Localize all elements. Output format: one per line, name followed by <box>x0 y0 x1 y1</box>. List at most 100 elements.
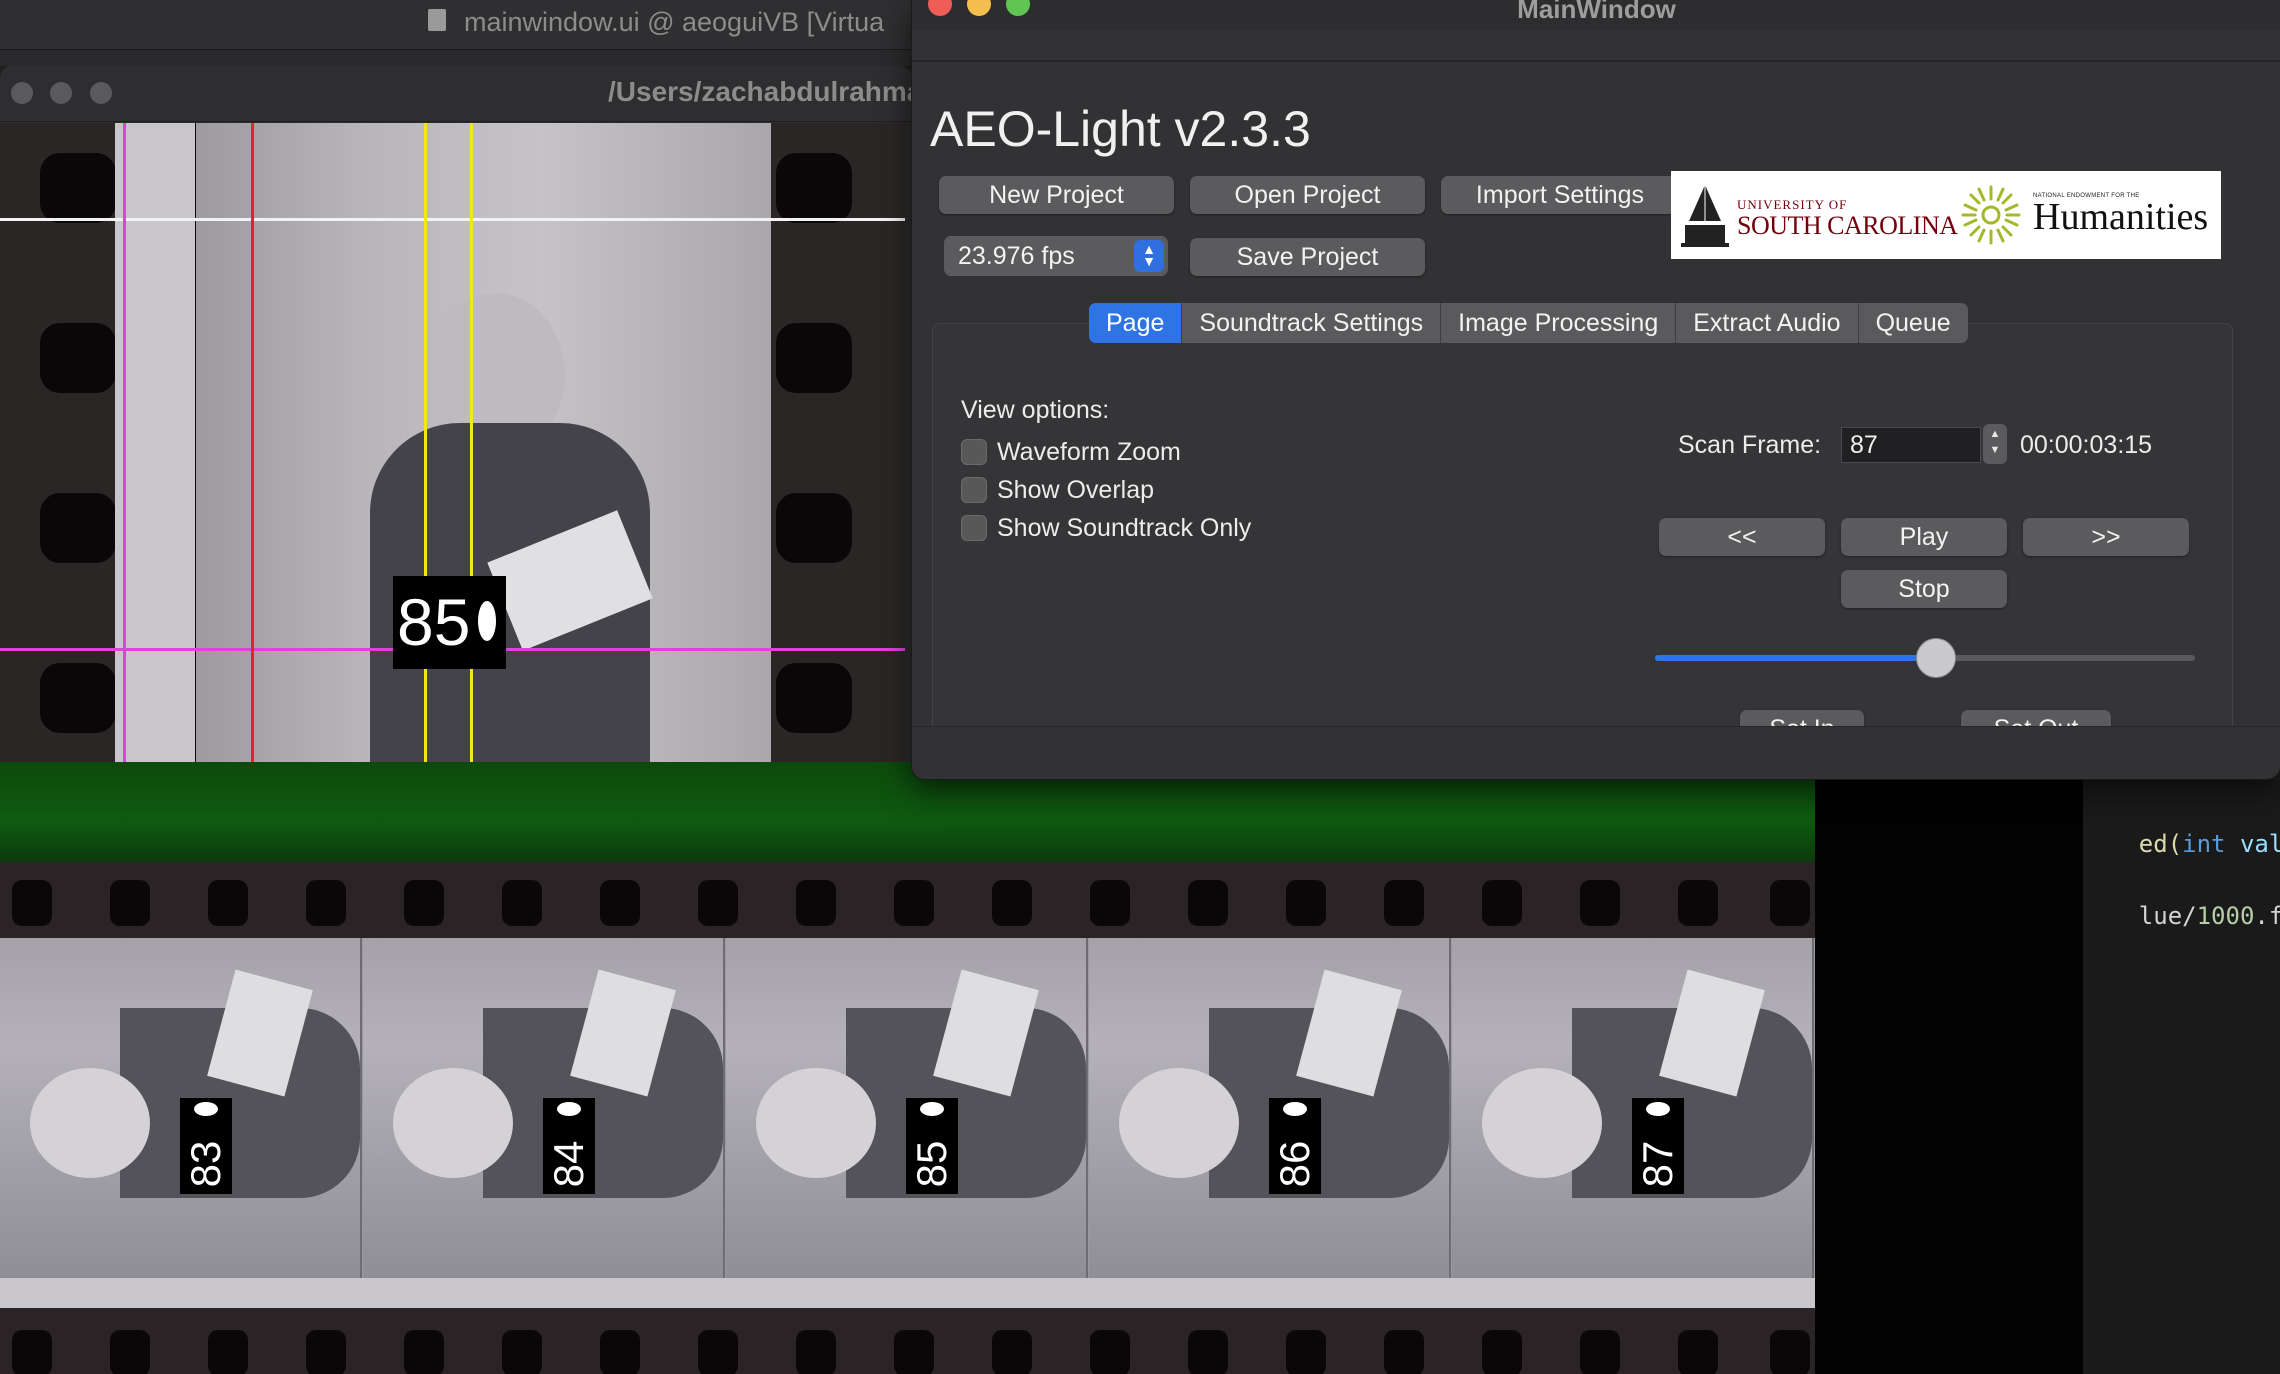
perforation <box>600 1330 640 1374</box>
perforation <box>1482 1330 1522 1374</box>
show-soundtrack-only-checkbox[interactable] <box>961 515 987 541</box>
frame-guide-top[interactable] <box>0 218 905 221</box>
minimize-icon[interactable] <box>50 82 72 104</box>
timecode-display: 00:00:03:15 <box>2020 431 2153 459</box>
show-overlap-label[interactable]: Show Overlap <box>997 476 1154 505</box>
sponsor-logos: UNIVERSITY OF SOUTH CAROLINA NATIONAL EN… <box>1671 171 2221 259</box>
tab-queue[interactable]: Queue <box>1859 303 1968 343</box>
tag-dot <box>194 1102 218 1116</box>
select-arrows-icon: ▲ ▼ <box>1134 240 1164 272</box>
usc-logo-icon <box>1681 185 1729 247</box>
import-settings-button[interactable]: Import Settings <box>1441 176 1679 214</box>
sprocket-hole <box>40 663 116 733</box>
perforation <box>1678 880 1718 926</box>
frame-window-titlebar[interactable]: /Users/zachabdulrahma <box>0 66 912 122</box>
neh-line2: Humanities <box>2033 196 2209 238</box>
tab-soundtrack-settings[interactable]: Soundtrack Settings <box>1182 303 1442 343</box>
film-strip-view[interactable]: 83 84 85 86 87 <box>0 762 1815 1374</box>
perforation-row-top <box>0 862 1815 942</box>
app-title: AEO-Light v2.3.3 <box>930 101 1311 157</box>
perforation <box>208 1330 248 1374</box>
new-project-button[interactable]: New Project <box>939 176 1174 214</box>
perforation <box>894 880 934 926</box>
zoom-icon[interactable] <box>90 82 112 104</box>
film-frame[interactable]: 86 <box>1089 938 1451 1298</box>
perforation <box>1770 1330 1810 1374</box>
code-token: .f, <box>2254 902 2280 930</box>
film-frame[interactable]: 85 <box>726 938 1088 1298</box>
frame-figure-head <box>1119 1068 1239 1178</box>
perforation <box>404 880 444 926</box>
waveform-zoom-checkbox[interactable] <box>961 439 987 465</box>
perforation <box>1580 880 1620 926</box>
code-token: 1000 <box>2196 902 2255 930</box>
film-frame-image[interactable]: 85 <box>0 123 905 763</box>
sprocket-hole <box>40 493 116 563</box>
scan-frame-stepper[interactable]: ▲ ▼ <box>1983 424 2007 464</box>
frame-number-tag: 87 <box>1632 1098 1684 1194</box>
waveform-zoom-label[interactable]: Waveform Zoom <box>997 438 1181 467</box>
sprocket-hole <box>776 153 852 223</box>
usc-line2: SOUTH CAROLINA <box>1737 211 1958 240</box>
frame-number-tag: 84 <box>543 1098 595 1194</box>
perforation <box>894 1330 934 1374</box>
scan-frame-input[interactable]: 87 <box>1841 427 1981 463</box>
perforation <box>502 880 542 926</box>
tag-dot <box>920 1102 944 1116</box>
perforation <box>1580 1330 1620 1374</box>
play-button[interactable]: Play <box>1841 518 2007 556</box>
sprocket-hole <box>776 323 852 393</box>
main-window-titlebar[interactable]: MainWindow <box>912 0 2280 30</box>
tab-image-processing[interactable]: Image Processing <box>1441 303 1677 343</box>
slider-thumb[interactable] <box>1915 638 1956 678</box>
perforation <box>600 880 640 926</box>
background-editor-titlebar: mainwindow.ui @ aeoguiVB [Virtua <box>0 0 920 50</box>
background-code-editor: ed(int value) lue/1000.f,'f <box>1815 780 2280 1374</box>
tab-extract-audio[interactable]: Extract Audio <box>1676 303 1859 343</box>
code-line-2: lue/1000.f,'f <box>2081 874 2280 958</box>
fps-select-value: 23.976 fps <box>958 242 1075 270</box>
frame-number-label: 85 <box>393 576 506 669</box>
perforation <box>992 880 1032 926</box>
perforation <box>698 880 738 926</box>
film-frame[interactable]: 84 <box>363 938 725 1298</box>
scan-frame-label: Scan Frame: <box>1678 431 1822 459</box>
position-slider[interactable] <box>1655 638 2195 678</box>
perforation <box>306 1330 346 1374</box>
film-frame[interactable]: 87 <box>1452 938 1814 1298</box>
sprocket-hole <box>776 493 852 563</box>
tab-page[interactable]: Page <box>1089 303 1183 343</box>
perforation <box>1286 880 1326 926</box>
document-icon <box>428 9 446 31</box>
perforation <box>1482 880 1522 926</box>
show-overlap-checkbox[interactable] <box>961 477 987 503</box>
save-project-button[interactable]: Save Project <box>1190 238 1425 276</box>
close-icon[interactable] <box>11 82 33 104</box>
next-frame-button[interactable]: >> <box>2023 518 2189 556</box>
frame-number-tag: 85 <box>906 1098 958 1194</box>
show-soundtrack-only-label[interactable]: Show Soundtrack Only <box>997 514 1251 543</box>
perforation <box>1384 880 1424 926</box>
main-window[interactable]: MainWindow AEO-Light v2.3.3 New Project … <box>911 0 2280 780</box>
soundtrack-guide-left[interactable] <box>123 123 126 763</box>
perforation-row-bottom <box>0 1308 1815 1374</box>
frame-figure-head <box>30 1068 150 1178</box>
stop-button[interactable]: Stop <box>1841 570 2007 608</box>
soundtrack-guide-right[interactable] <box>251 123 254 763</box>
window-title: MainWindow <box>1517 0 1676 24</box>
perforation <box>110 1330 150 1374</box>
open-project-button[interactable]: Open Project <box>1190 176 1425 214</box>
tag-dot <box>1646 1102 1670 1116</box>
frame-number: 86 <box>1271 1140 1318 1188</box>
fps-select[interactable]: 23.976 fps ▲ ▼ <box>944 236 1168 276</box>
frame-figure-head <box>393 1068 513 1178</box>
code-token: value) <box>2239 830 2280 858</box>
frame-number: 85 <box>908 1140 955 1188</box>
previous-frame-button[interactable]: << <box>1659 518 1825 556</box>
toolbar-divider <box>912 60 2280 62</box>
perforation <box>1090 1330 1130 1374</box>
window-bottom-area <box>912 726 2280 779</box>
tab-bar[interactable]: Page Soundtrack Settings Image Processin… <box>1089 303 1968 343</box>
film-frame[interactable]: 83 <box>0 938 362 1298</box>
frame-number: 84 <box>545 1140 592 1188</box>
